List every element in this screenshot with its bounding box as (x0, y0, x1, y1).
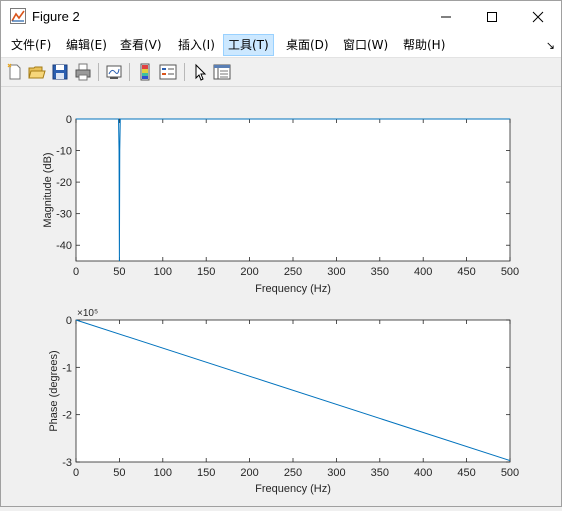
phase-xtick-label: 50 (113, 467, 125, 479)
phase-xtick-label: 200 (240, 467, 258, 479)
dock-arrow-icon[interactable]: ↘ (546, 39, 555, 52)
phase-xtick-label: 100 (154, 467, 172, 479)
menu-help[interactable]: 帮助(H) (399, 35, 449, 55)
phase-xtick-label: 0 (73, 467, 79, 479)
phase-xtick-label: 350 (371, 467, 389, 479)
edit-plot-arrow-icon[interactable] (190, 62, 210, 82)
magnitude-ytick-label: -30 (56, 209, 72, 221)
magnitude-xtick-label: 100 (154, 266, 172, 278)
menu-edit[interactable]: 编辑(E) (62, 35, 111, 55)
phase-ytick-label: 0 (66, 315, 72, 327)
magnitude-ytick-label: -10 (56, 146, 72, 158)
figure-plot-svg: 0 50 100 150 200 250 300 350 400 450 5000-10-20-30… (42, 114, 519, 495)
maximize-icon (487, 12, 497, 22)
magnitude-xtick-label: 150 (197, 266, 215, 278)
figure-canvas: 0 50 100 150 200 250 300 350 400 450 500 0 -10 -20 -30… (1, 87, 561, 506)
menu-view[interactable]: 查看(V) (116, 35, 166, 55)
menu-bar: 文件(F) 编辑(E) 查看(V) 插入(I) 工具(T) 桌面(D) 窗口(W… (1, 33, 561, 58)
phase-ytick-label: -1 (62, 362, 72, 374)
toolbar (1, 58, 561, 87)
magnitude-xtick-label: 200 (240, 266, 258, 278)
matlab-figure-icon (10, 8, 26, 24)
minimize-icon (441, 16, 451, 18)
magnitude-xlabel: Frequency (Hz) (255, 283, 331, 295)
close-button[interactable] (515, 1, 561, 33)
insert-legend-icon[interactable] (158, 62, 178, 82)
open-file-icon[interactable] (27, 62, 47, 82)
phase-ylabel: Phase (degrees) (48, 350, 60, 431)
window-title: Figure 2 (32, 9, 80, 24)
magnitude-xtick-label: 500 (501, 266, 519, 278)
magnitude-axes-box (75, 118, 511, 262)
phase-xtick-label: 150 (197, 467, 215, 479)
phase-xtick-label: 250 (284, 467, 302, 479)
menu-tools[interactable]: 工具(T) (223, 34, 274, 56)
toolbar-separator (184, 63, 185, 81)
magnitude-xtick-label: 250 (284, 266, 302, 278)
phase-exponent-label: ×10⁵ (77, 308, 98, 319)
magnitude-xtick-label: 0 (73, 266, 79, 278)
property-inspector-icon[interactable] (212, 62, 232, 82)
menu-file[interactable]: 文件(F) (7, 35, 55, 55)
toolbar-separator (98, 63, 99, 81)
menu-desktop[interactable]: 桌面(D) (282, 35, 333, 55)
menu-insert[interactable]: 插入(I) (174, 35, 219, 55)
phase-xtick-label: 500 (501, 467, 519, 479)
print-icon[interactable] (73, 62, 93, 82)
new-figure-icon[interactable] (5, 62, 25, 82)
magnitude-xtick-label: 350 (371, 266, 389, 278)
title-bar: Figure 2 (1, 1, 561, 33)
magnitude-ylabel: Magnitude (dB) (42, 152, 54, 227)
phase-ytick-label: -3 (62, 457, 72, 469)
magnitude-xtick-label: 450 (457, 266, 475, 278)
phase-xtick-label: 300 (327, 467, 345, 479)
close-icon (532, 11, 544, 23)
magnitude-xtick-label: 300 (327, 266, 345, 278)
phase-xtick-label: 400 (414, 467, 432, 479)
maximize-button[interactable] (469, 1, 515, 33)
minimize-button[interactable] (423, 1, 469, 33)
magnitude-xtick-label: 50 (113, 266, 125, 278)
magnitude-xtick-label: 400 (414, 266, 432, 278)
phase-ytick-label: -2 (62, 410, 72, 422)
phase-xlabel: Frequency (Hz) (255, 483, 331, 495)
phase-xtick-label: 450 (457, 467, 475, 479)
link-plot-icon[interactable] (104, 62, 124, 82)
insert-colorbar-icon[interactable] (135, 62, 155, 82)
magnitude-ytick-label: 0 (66, 114, 72, 126)
toolbar-separator (129, 63, 130, 81)
phase-axes[interactable]: 0 50 100 150 200 250 300 350 400 450 500 0 -1 -2 -3 ×1… (48, 308, 519, 495)
magnitude-ytick-label: -20 (56, 177, 72, 189)
menu-window[interactable]: 窗口(W) (339, 35, 392, 55)
save-icon[interactable] (50, 62, 70, 82)
magnitude-axes[interactable]: 0 50 100 150 200 250 300 350 400 450 500 0 -10 -20 -30… (42, 114, 519, 295)
magnitude-ytick-label: -40 (56, 240, 72, 252)
